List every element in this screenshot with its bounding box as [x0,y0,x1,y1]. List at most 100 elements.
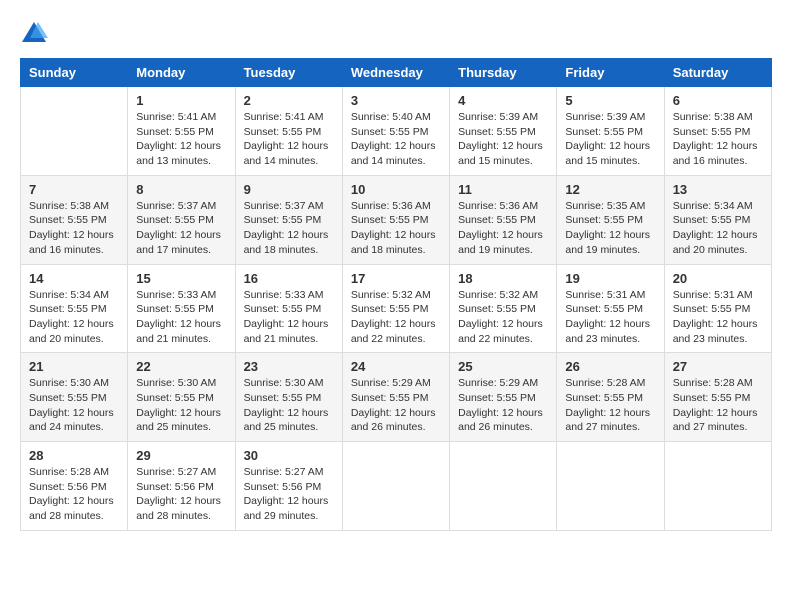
day-number: 5 [565,93,655,108]
day-info: Sunrise: 5:39 AMSunset: 5:55 PMDaylight:… [458,110,548,169]
day-number: 22 [136,359,226,374]
day-number: 11 [458,182,548,197]
day-info: Sunrise: 5:33 AMSunset: 5:55 PMDaylight:… [244,288,334,347]
calendar-cell: 1Sunrise: 5:41 AMSunset: 5:55 PMDaylight… [128,87,235,176]
day-info: Sunrise: 5:31 AMSunset: 5:55 PMDaylight:… [565,288,655,347]
day-number: 21 [29,359,119,374]
calendar-cell: 22 Sunrise: 5:30 AMSunset: 5:55 PMDayligh… [128,353,235,442]
calendar-cell: 28Sunrise: 5:28 AMSunset: 5:56 PMDayligh… [21,442,128,531]
day-number: 25 [458,359,548,374]
day-info: Sunrise: 5:36 AMSunset: 5:55 PMDaylight:… [351,199,441,258]
day-info: Sunrise: 5:38 AMSunset: 5:55 PMDaylight:… [29,199,119,258]
calendar-cell: 30Sunrise: 5:27 AMSunset: 5:56 PMDayligh… [235,442,342,531]
calendar-week-row: 21 Sunrise: 5:30 AMSunset: 5:55 PMDayligh… [21,353,772,442]
calendar-cell [664,442,771,531]
day-number: 20 [673,271,763,286]
day-info: Sunrise: 5:32 AMSunset: 5:55 PMDaylight:… [458,288,548,347]
day-number: 14 [29,271,119,286]
day-info: Sunrise: 5:35 AMSunset: 5:55 PMDaylight:… [565,199,655,258]
day-number: 29 [136,448,226,463]
day-info: Sunrise: 5:40 AMSunset: 5:55 PMDaylight:… [351,110,441,169]
calendar-cell: 18 Sunrise: 5:32 AMSunset: 5:55 PMDayligh… [450,264,557,353]
calendar-cell: 2 Sunrise: 5:41 AMSunset: 5:55 PMDaylight… [235,87,342,176]
column-header-saturday: Saturday [664,59,771,87]
day-info: Sunrise: 5:39 AMSunset: 5:55 PMDaylight:… [565,110,655,169]
day-info: Sunrise: 5:27 AMSunset: 5:56 PMDaylight:… [244,465,334,524]
column-header-sunday: Sunday [21,59,128,87]
calendar-cell [342,442,449,531]
day-number: 7 [29,182,119,197]
day-info: Sunrise: 5:34 AMSunset: 5:55 PMDaylight:… [673,199,763,258]
day-number: 24 [351,359,441,374]
calendar-week-row: 7 Sunrise: 5:38 AMSunset: 5:55 PMDaylight… [21,175,772,264]
calendar-cell: 19 Sunrise: 5:31 AMSunset: 5:55 PMDayligh… [557,264,664,353]
calendar-cell: 14 Sunrise: 5:34 AMSunset: 5:55 PMDayligh… [21,264,128,353]
calendar-cell: 5 Sunrise: 5:39 AMSunset: 5:55 PMDaylight… [557,87,664,176]
calendar-week-row: 28Sunrise: 5:28 AMSunset: 5:56 PMDayligh… [21,442,772,531]
day-number: 15 [136,271,226,286]
day-number: 18 [458,271,548,286]
day-info: Sunrise: 5:28 AMSunset: 5:56 PMDaylight:… [29,465,119,524]
day-info: Sunrise: 5:29 AMSunset: 5:55 PMDaylight:… [458,376,548,435]
day-info: Sunrise: 5:27 AMSunset: 5:56 PMDaylight:… [136,465,226,524]
day-number: 23 [244,359,334,374]
day-info: Sunrise: 5:30 AMSunset: 5:55 PMDaylight:… [29,376,119,435]
day-info: Sunrise: 5:31 AMSunset: 5:55 PMDaylight:… [673,288,763,347]
column-header-wednesday: Wednesday [342,59,449,87]
calendar-cell: 4 Sunrise: 5:39 AMSunset: 5:55 PMDaylight… [450,87,557,176]
day-number: 12 [565,182,655,197]
column-header-monday: Monday [128,59,235,87]
day-number: 13 [673,182,763,197]
logo-icon [20,20,48,48]
day-number: 3 [351,93,441,108]
calendar-cell: 16 Sunrise: 5:33 AMSunset: 5:55 PMDayligh… [235,264,342,353]
column-header-tuesday: Tuesday [235,59,342,87]
day-info: Sunrise: 5:36 AMSunset: 5:55 PMDaylight:… [458,199,548,258]
calendar-cell: 15 Sunrise: 5:33 AMSunset: 5:55 PMDayligh… [128,264,235,353]
day-number: 2 [244,93,334,108]
calendar-cell: 26 Sunrise: 5:28 AMSunset: 5:55 PMDayligh… [557,353,664,442]
page-header [20,20,772,48]
day-info: Sunrise: 5:32 AMSunset: 5:55 PMDaylight:… [351,288,441,347]
day-number: 19 [565,271,655,286]
calendar-table: SundayMondayTuesdayWednesdayThursdayFrid… [20,58,772,531]
calendar-header-row: SundayMondayTuesdayWednesdayThursdayFrid… [21,59,772,87]
day-info: Sunrise: 5:33 AMSunset: 5:55 PMDaylight:… [136,288,226,347]
calendar-cell: 13 Sunrise: 5:34 AMSunset: 5:55 PMDayligh… [664,175,771,264]
day-info: Sunrise: 5:34 AMSunset: 5:55 PMDaylight:… [29,288,119,347]
calendar-week-row: 1 Sunrise: 5:41 AMSunset: 5:55 PMDaylight… [21,87,772,176]
calendar-cell [450,442,557,531]
day-number: 4 [458,93,548,108]
day-number: 16 [244,271,334,286]
day-number: 8 [136,182,226,197]
calendar-week-row: 14 Sunrise: 5:34 AMSunset: 5:55 PMDayligh… [21,264,772,353]
calendar-cell: 10 Sunrise: 5:36 AMSunset: 5:55 PMDayligh… [342,175,449,264]
day-number: 1 [136,93,226,108]
day-info: Sunrise: 5:29 AMSunset: 5:55 PMDaylight:… [351,376,441,435]
calendar-cell: 12 Sunrise: 5:35 AMSunset: 5:55 PMDayligh… [557,175,664,264]
calendar-cell: 8Sunrise: 5:37 AMSunset: 5:55 PMDaylight… [128,175,235,264]
calendar-cell: 29 Sunrise: 5:27 AMSunset: 5:56 PMDayligh… [128,442,235,531]
calendar-cell: 24 Sunrise: 5:29 AMSunset: 5:55 PMDayligh… [342,353,449,442]
calendar-cell: 7 Sunrise: 5:38 AMSunset: 5:55 PMDaylight… [21,175,128,264]
calendar-cell: 11 Sunrise: 5:36 AMSunset: 5:55 PMDayligh… [450,175,557,264]
day-info: Sunrise: 5:30 AMSunset: 5:55 PMDaylight:… [244,376,334,435]
column-header-friday: Friday [557,59,664,87]
calendar-cell: 23 Sunrise: 5:30 AMSunset: 5:55 PMDayligh… [235,353,342,442]
calendar-cell: 6Sunrise: 5:38 AMSunset: 5:55 PMDaylight… [664,87,771,176]
day-info: Sunrise: 5:37 AMSunset: 5:55 PMDaylight:… [244,199,334,258]
calendar-cell [557,442,664,531]
day-info: Sunrise: 5:38 AMSunset: 5:55 PMDaylight:… [673,110,763,169]
day-number: 26 [565,359,655,374]
calendar-cell: 25 Sunrise: 5:29 AMSunset: 5:55 PMDayligh… [450,353,557,442]
day-number: 9 [244,182,334,197]
column-header-thursday: Thursday [450,59,557,87]
day-info: Sunrise: 5:30 AMSunset: 5:55 PMDaylight:… [136,376,226,435]
logo [20,20,52,48]
day-number: 27 [673,359,763,374]
day-number: 10 [351,182,441,197]
day-info: Sunrise: 5:28 AMSunset: 5:55 PMDaylight:… [565,376,655,435]
day-info: Sunrise: 5:28 AMSunset: 5:55 PMDaylight:… [673,376,763,435]
calendar-cell: 3 Sunrise: 5:40 AMSunset: 5:55 PMDaylight… [342,87,449,176]
day-info: Sunrise: 5:41 AMSunset: 5:55 PMDaylight:… [244,110,334,169]
